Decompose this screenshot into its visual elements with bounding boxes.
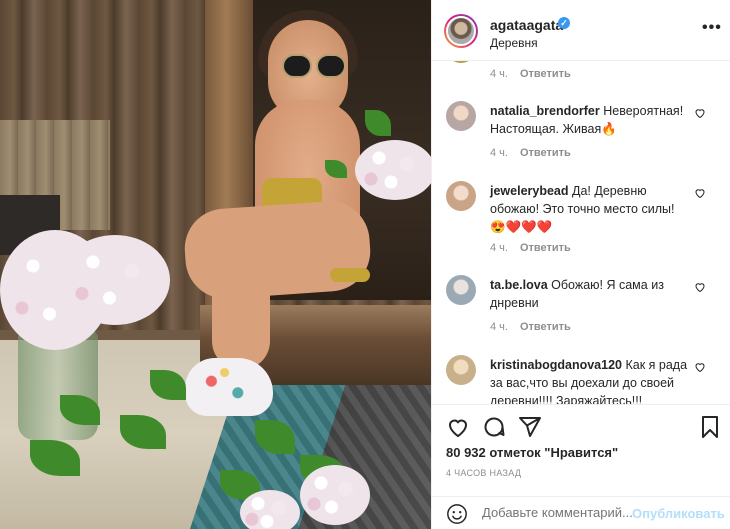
likes-count[interactable]: 80 932 отметок "Нравится" bbox=[446, 445, 618, 460]
smile-icon[interactable] bbox=[446, 503, 468, 525]
comment-time: 4 ч. bbox=[490, 68, 508, 80]
heart-icon[interactable] bbox=[694, 281, 706, 293]
photo-lilac-branch bbox=[355, 140, 431, 200]
post-time[interactable]: 4 часов назад bbox=[446, 468, 521, 478]
reply-button[interactable]: Ответить bbox=[520, 68, 571, 80]
avatar[interactable] bbox=[446, 275, 476, 305]
photo-sunglasses-left bbox=[282, 54, 312, 78]
comment-meta: 4 ч. Ответить bbox=[490, 68, 571, 80]
photo-sunglasses-right bbox=[316, 54, 346, 78]
verified-badge-icon: ✓ bbox=[558, 17, 570, 29]
avatar[interactable] bbox=[446, 16, 476, 46]
more-options-icon[interactable]: ••• bbox=[702, 19, 722, 37]
heart-icon[interactable] bbox=[446, 415, 470, 439]
photo-crocs bbox=[185, 358, 273, 416]
comment-text: jewelerybead Да! Деревню обожаю! Это точ… bbox=[490, 182, 690, 236]
avatar[interactable] bbox=[446, 61, 476, 63]
comment-username[interactable]: ta.be.lova bbox=[490, 278, 548, 292]
photo-lilac-bouquet bbox=[60, 235, 170, 325]
comment-time: 4 ч. bbox=[490, 321, 508, 333]
avatar[interactable] bbox=[446, 101, 476, 131]
photo-lilac-ground bbox=[240, 490, 300, 529]
post-location[interactable]: Деревня bbox=[490, 36, 538, 50]
photo-shin bbox=[212, 230, 270, 370]
publish-button[interactable]: Опубликовать bbox=[632, 506, 725, 521]
heart-icon[interactable] bbox=[694, 361, 706, 373]
share-icon[interactable] bbox=[518, 415, 542, 439]
comment-username[interactable]: jewelerybead bbox=[490, 184, 569, 198]
bookmark-icon[interactable] bbox=[698, 415, 722, 439]
comment-time: 4 ч. bbox=[490, 147, 508, 159]
add-comment-bar: Опубликовать bbox=[432, 496, 730, 529]
comment-username[interactable]: natalia_brendorfer bbox=[490, 104, 600, 118]
reply-button[interactable]: Ответить bbox=[520, 147, 571, 159]
comment-meta: 4 ч. Ответить bbox=[490, 147, 571, 159]
comment-input[interactable] bbox=[482, 505, 632, 520]
heart-icon[interactable] bbox=[694, 107, 706, 119]
reply-button[interactable]: Ответить bbox=[520, 242, 571, 254]
comment-meta: 4 ч. Ответить bbox=[490, 242, 571, 254]
post-photo[interactable] bbox=[0, 0, 431, 529]
comment-icon[interactable] bbox=[482, 415, 506, 439]
photo-lilac-ground bbox=[300, 465, 370, 525]
avatar[interactable] bbox=[446, 181, 476, 211]
photo-bikini-bottom bbox=[330, 268, 370, 282]
avatar[interactable] bbox=[446, 355, 476, 385]
comment-time: 4 ч. bbox=[490, 242, 508, 254]
photo-thigh bbox=[182, 198, 373, 302]
comment-text: natalia_brendorfer Невероятная! Настояща… bbox=[490, 102, 690, 138]
reply-button[interactable]: Ответить bbox=[520, 321, 571, 333]
comments-list[interactable]: 4 ч. Ответить natalia_brendorfer Невероят… bbox=[432, 61, 730, 404]
post-actions bbox=[432, 404, 730, 448]
heart-icon[interactable] bbox=[694, 187, 706, 199]
comment-text: ta.be.lova Обожаю! Я сама из днревни bbox=[490, 276, 690, 312]
comment-text: kristinabogdanova120 Как я рада за вас,ч… bbox=[490, 356, 690, 404]
post-sidebar: agataagata ✓ Деревня ••• 4 ч. Ответить na… bbox=[431, 0, 730, 529]
author-username[interactable]: agataagata bbox=[490, 17, 563, 33]
comment-meta: 4 ч. Ответить bbox=[490, 321, 571, 333]
comment-username[interactable]: kristinabogdanova120 bbox=[490, 358, 622, 372]
story-ring[interactable] bbox=[444, 14, 478, 48]
post-header: agataagata ✓ Деревня ••• bbox=[432, 0, 730, 61]
